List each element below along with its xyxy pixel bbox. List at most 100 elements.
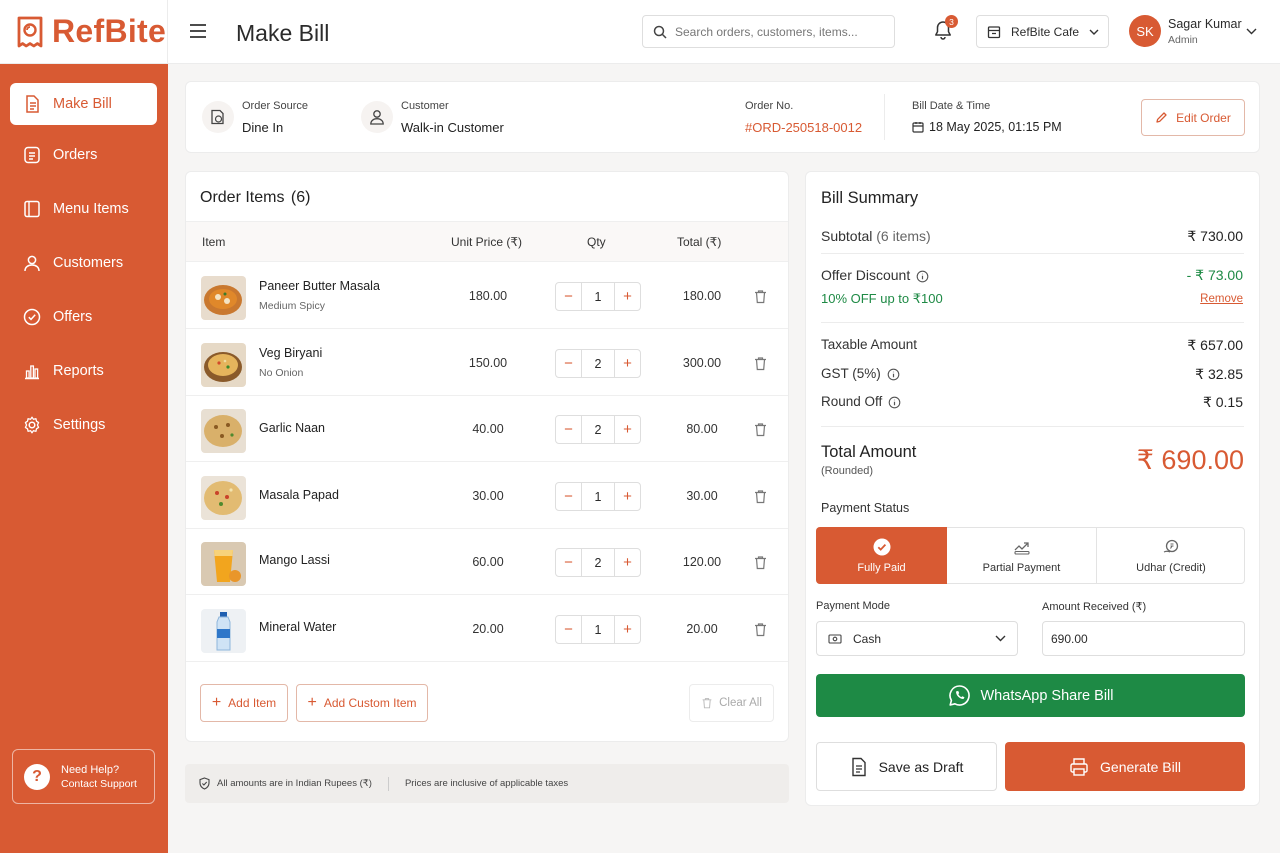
sidebar-item-reports[interactable]: Reports bbox=[10, 350, 157, 392]
qty-value[interactable]: 2 bbox=[581, 350, 615, 377]
plus-icon: + bbox=[211, 694, 222, 711]
edit-order-button[interactable]: Edit Order bbox=[1141, 99, 1245, 136]
sidebar-item-customers[interactable]: Customers bbox=[10, 242, 157, 284]
offer-discount-label: Offer Discount bbox=[821, 267, 929, 283]
quantity-stepper: − 2 + bbox=[555, 349, 641, 378]
decrease-qty-button[interactable]: − bbox=[556, 283, 581, 310]
add-item-label: Add Item bbox=[228, 696, 277, 710]
info-icon bbox=[888, 396, 901, 409]
save-as-draft-label: Save as Draft bbox=[878, 758, 964, 775]
column-header-unit-price: Unit Price (₹) bbox=[451, 235, 522, 249]
save-as-draft-button[interactable]: Save as Draft bbox=[816, 742, 997, 791]
payment-status-udhar[interactable]: Udhar (Credit) bbox=[1097, 527, 1245, 584]
payment-status-label: Payment Status bbox=[821, 501, 910, 515]
divider bbox=[821, 322, 1244, 323]
cash-icon bbox=[828, 633, 842, 645]
payment-status-fully-paid[interactable]: Fully Paid bbox=[816, 527, 947, 584]
quantity-stepper: − 2 + bbox=[555, 548, 641, 577]
divider bbox=[821, 426, 1244, 427]
quantity-stepper: − 1 + bbox=[555, 282, 641, 311]
increase-qty-button[interactable]: + bbox=[615, 350, 640, 377]
garlic-naan-image bbox=[201, 409, 246, 453]
sidebar-item-settings[interactable]: Settings bbox=[10, 404, 157, 446]
user-avatar[interactable]: SK bbox=[1129, 15, 1161, 47]
whatsapp-share-button[interactable]: WhatsApp Share Bill bbox=[816, 674, 1245, 717]
sidebar-item-orders[interactable]: Orders bbox=[10, 134, 157, 176]
reports-icon bbox=[22, 361, 42, 381]
delete-item-icon[interactable] bbox=[753, 555, 768, 570]
qty-value[interactable]: 2 bbox=[581, 549, 615, 576]
item-note: No Onion bbox=[259, 367, 304, 379]
quantity-stepper: − 1 + bbox=[555, 482, 641, 511]
qty-value[interactable]: 1 bbox=[581, 283, 615, 310]
search-box bbox=[642, 15, 895, 48]
decrease-qty-button[interactable]: − bbox=[556, 616, 581, 643]
question-icon: ? bbox=[24, 763, 50, 790]
menu-icon bbox=[22, 199, 42, 219]
customer-label: Customer bbox=[401, 100, 449, 112]
search-input[interactable] bbox=[675, 24, 875, 39]
sidebar-item-menu-items[interactable]: Menu Items bbox=[10, 188, 157, 230]
increase-qty-button[interactable]: + bbox=[615, 549, 640, 576]
chevron-down-icon bbox=[1089, 29, 1099, 35]
user-menu-chevron-icon[interactable] bbox=[1246, 28, 1257, 35]
clear-all-button[interactable]: Clear All bbox=[689, 684, 774, 722]
decrease-qty-button[interactable]: − bbox=[556, 483, 581, 510]
qty-value[interactable]: 2 bbox=[581, 416, 615, 443]
outlet-selector[interactable]: RefBite Cafe bbox=[976, 15, 1109, 48]
masala-papad-image bbox=[201, 476, 246, 520]
item-note: Medium Spicy bbox=[259, 300, 325, 312]
qty-value[interactable]: 1 bbox=[581, 616, 615, 643]
increase-qty-button[interactable]: + bbox=[615, 616, 640, 643]
remove-offer-link[interactable]: Remove bbox=[1180, 293, 1243, 305]
sidebar-item-offers[interactable]: Offers bbox=[10, 296, 157, 338]
decrease-qty-button[interactable]: − bbox=[556, 350, 581, 377]
table-row: Mango Lassi 60.00 − 2 + 120.00 bbox=[186, 529, 788, 595]
sidebar: Make Bill Orders Menu Items Customers Of… bbox=[0, 64, 168, 853]
currency-note: All amounts are in Indian Rupees (₹) bbox=[217, 778, 372, 789]
payment-status-partial[interactable]: Partial Payment bbox=[947, 527, 1097, 584]
fully-paid-label: Fully Paid bbox=[857, 561, 906, 574]
order-info-card: Order Source Dine In Customer Walk-in Cu… bbox=[185, 81, 1260, 153]
customer-icon bbox=[361, 101, 393, 133]
payment-mode-select[interactable]: Cash bbox=[816, 621, 1018, 656]
item-total: 80.00 bbox=[686, 422, 718, 436]
increase-qty-button[interactable]: + bbox=[615, 283, 640, 310]
trash-icon bbox=[701, 697, 713, 709]
increase-qty-button[interactable]: + bbox=[615, 483, 640, 510]
currency-note-bar: All amounts are in Indian Rupees (₹) Pri… bbox=[185, 764, 789, 803]
increase-qty-button[interactable]: + bbox=[615, 416, 640, 443]
generate-bill-button[interactable]: Generate Bill bbox=[1005, 742, 1245, 791]
decrease-qty-button[interactable]: − bbox=[556, 549, 581, 576]
user-name: Sagar Kumar bbox=[1168, 17, 1242, 31]
delete-item-icon[interactable] bbox=[753, 489, 768, 504]
delete-item-icon[interactable] bbox=[753, 289, 768, 304]
delete-item-icon[interactable] bbox=[753, 622, 768, 637]
taxable-amount-label: Taxable Amount bbox=[821, 337, 918, 352]
qty-value[interactable]: 1 bbox=[581, 483, 615, 510]
hamburger-menu-icon[interactable] bbox=[188, 22, 208, 40]
add-custom-item-button[interactable]: + Add Custom Item bbox=[296, 684, 428, 722]
taxable-amount-value: ₹ 657.00 bbox=[1187, 337, 1243, 353]
quantity-stepper: − 1 + bbox=[555, 615, 641, 644]
table-row: Mineral Water 20.00 − 1 + 20.00 bbox=[186, 596, 788, 662]
order-source-label: Order Source bbox=[242, 100, 309, 112]
help-support-button[interactable]: ? Need Help? Contact Support bbox=[12, 749, 155, 804]
add-item-button[interactable]: + Add Item bbox=[200, 684, 288, 722]
amount-received-input[interactable]: 690.00 bbox=[1042, 621, 1245, 656]
decrease-qty-button[interactable]: − bbox=[556, 416, 581, 443]
sidebar-item-label: Orders bbox=[53, 147, 98, 163]
item-total: 30.00 bbox=[686, 489, 718, 503]
item-total: 180.00 bbox=[682, 289, 722, 303]
delete-item-icon[interactable] bbox=[753, 356, 768, 371]
delete-item-icon[interactable] bbox=[753, 422, 768, 437]
item-name: Veg Biryani bbox=[259, 346, 323, 360]
sidebar-item-make-bill[interactable]: Make Bill bbox=[10, 83, 157, 125]
store-icon bbox=[987, 25, 1001, 39]
edit-order-label: Edit Order bbox=[1176, 110, 1231, 125]
bill-summary-title: Bill Summary bbox=[821, 189, 919, 207]
item-name: Mango Lassi bbox=[259, 553, 330, 567]
gst-label: GST (5%) bbox=[821, 366, 900, 381]
plus-icon: + bbox=[307, 694, 317, 711]
search-icon bbox=[653, 25, 667, 39]
